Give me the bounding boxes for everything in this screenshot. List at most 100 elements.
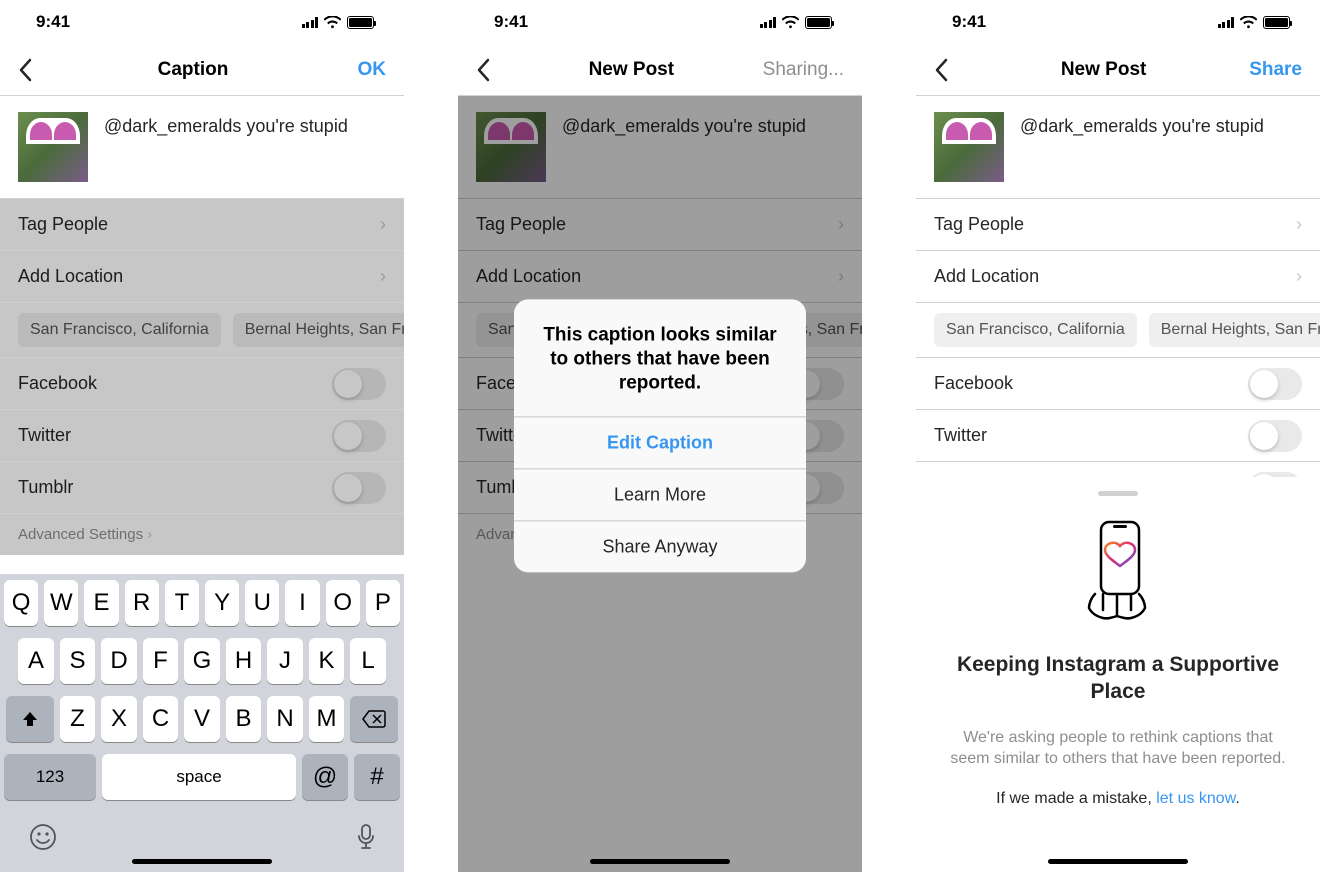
sharing-status: Sharing... [763, 59, 844, 81]
key-e[interactable]: E [84, 580, 118, 626]
back-button[interactable] [476, 58, 500, 82]
key-q[interactable]: Q [4, 580, 38, 626]
emoji-icon[interactable] [28, 822, 58, 852]
shift-key[interactable] [6, 696, 54, 742]
nav-bar: Caption OK [0, 44, 404, 96]
twitter-toggle[interactable] [1248, 420, 1302, 452]
key-u[interactable]: U [245, 580, 279, 626]
key-z[interactable]: Z [60, 696, 96, 742]
let-us-know-link[interactable]: let us know [1156, 790, 1235, 807]
numbers-key[interactable]: 123 [4, 754, 96, 800]
chevron-right-icon: › [1296, 214, 1302, 235]
screen-new-post-sheet: 9:41 New Post Share @dark_emeralds you'r… [916, 0, 1320, 872]
key-t[interactable]: T [165, 580, 199, 626]
key-n[interactable]: N [267, 696, 303, 742]
alert-title: This caption looks similar to others tha… [514, 299, 806, 416]
status-time: 9:41 [952, 12, 986, 32]
nav-bar: New Post Sharing... [458, 44, 862, 96]
keyboard-bottom [4, 812, 400, 860]
tumblr-toggle[interactable] [332, 472, 386, 504]
key-l[interactable]: L [350, 638, 386, 684]
at-key[interactable]: @ [302, 754, 348, 800]
tumblr-label: Tumblr [18, 477, 73, 498]
key-c[interactable]: C [143, 696, 179, 742]
key-o[interactable]: O [326, 580, 360, 626]
key-i[interactable]: I [285, 580, 319, 626]
key-h[interactable]: H [226, 638, 262, 684]
keyboard[interactable]: Q W E R T Y U I O P A S D F G H J K L Z [0, 574, 404, 872]
sheet-title: Keeping Instagram a Supportive Place [946, 652, 1290, 705]
alert-dialog: This caption looks similar to others tha… [514, 299, 806, 572]
tag-people-row[interactable]: Tag People › [916, 199, 1320, 251]
location-chip[interactable]: Bernal Heights, San Fr… [1149, 313, 1320, 347]
home-indicator[interactable] [590, 859, 730, 864]
backspace-key[interactable] [350, 696, 398, 742]
key-m[interactable]: M [309, 696, 345, 742]
hash-key[interactable]: # [354, 754, 400, 800]
nav-title: New Post [500, 59, 763, 81]
location-chip[interactable]: San Francisco, California [934, 313, 1137, 347]
key-b[interactable]: B [226, 696, 262, 742]
share-facebook-row[interactable]: Facebook [916, 358, 1320, 410]
location-chip[interactable]: Bernal Heights, San Fr… [233, 313, 404, 347]
share-tumblr-row[interactable]: Tumblr [0, 462, 404, 514]
edit-caption-button[interactable]: Edit Caption [514, 417, 806, 469]
key-a[interactable]: A [18, 638, 54, 684]
add-location-label: Add Location [934, 266, 1039, 287]
key-s[interactable]: S [60, 638, 96, 684]
sheet-grabber[interactable] [1098, 491, 1138, 496]
facebook-toggle[interactable] [1248, 368, 1302, 400]
advanced-settings-row[interactable]: Advanced Settings › [0, 514, 404, 555]
share-anyway-button[interactable]: Share Anyway [514, 521, 806, 573]
key-w[interactable]: W [44, 580, 78, 626]
key-g[interactable]: G [184, 638, 220, 684]
facebook-label: Facebook [18, 373, 97, 394]
key-r[interactable]: R [125, 580, 159, 626]
tag-people-label: Tag People [18, 214, 108, 235]
key-x[interactable]: X [101, 696, 137, 742]
twitter-toggle[interactable] [332, 420, 386, 452]
ok-button[interactable]: OK [344, 59, 386, 81]
home-indicator[interactable] [132, 859, 272, 864]
sheet-body: We're asking people to rethink captions … [946, 727, 1290, 770]
share-button[interactable]: Share [1249, 59, 1302, 81]
nav-bar: New Post Share [916, 44, 1320, 96]
mic-icon[interactable] [356, 822, 376, 852]
wifi-icon [324, 16, 341, 29]
location-chips: San Francisco, California Bernal Heights… [0, 303, 404, 358]
caption-row[interactable]: @dark_emeralds you're stupid [916, 96, 1320, 199]
status-time: 9:41 [494, 12, 528, 32]
status-icons [302, 16, 375, 29]
info-sheet: Keeping Instagram a Supportive Place We'… [916, 477, 1320, 872]
keyboard-row: Z X C V B N M [4, 696, 400, 742]
location-chip[interactable]: San Francisco, California [18, 313, 221, 347]
key-k[interactable]: K [309, 638, 345, 684]
key-d[interactable]: D [101, 638, 137, 684]
key-p[interactable]: P [366, 580, 400, 626]
chevron-right-icon: › [1296, 266, 1302, 287]
key-f[interactable]: F [143, 638, 179, 684]
caption-text[interactable]: @dark_emeralds you're stupid [1020, 112, 1264, 137]
back-button[interactable] [18, 58, 42, 82]
space-key[interactable]: space [102, 754, 296, 800]
learn-more-button[interactable]: Learn More [514, 469, 806, 521]
home-indicator[interactable] [1048, 859, 1188, 864]
back-button[interactable] [934, 58, 958, 82]
key-j[interactable]: J [267, 638, 303, 684]
status-bar: 9:41 [458, 0, 862, 44]
caption-row[interactable]: @dark_emeralds you're stupid [0, 96, 404, 199]
key-v[interactable]: V [184, 696, 220, 742]
key-y[interactable]: Y [205, 580, 239, 626]
share-twitter-row[interactable]: Twitter [916, 410, 1320, 462]
keyboard-row: 123 space @ # [4, 754, 400, 800]
cellular-icon [302, 16, 319, 28]
share-twitter-row[interactable]: Twitter [0, 410, 404, 462]
tag-people-row[interactable]: Tag People › [0, 199, 404, 251]
caption-input[interactable]: @dark_emeralds you're stupid [104, 112, 348, 137]
share-facebook-row[interactable]: Facebook [0, 358, 404, 410]
post-thumbnail[interactable] [934, 112, 1004, 182]
add-location-row[interactable]: Add Location › [916, 251, 1320, 303]
post-thumbnail[interactable] [18, 112, 88, 182]
facebook-toggle[interactable] [332, 368, 386, 400]
add-location-row[interactable]: Add Location › [0, 251, 404, 303]
